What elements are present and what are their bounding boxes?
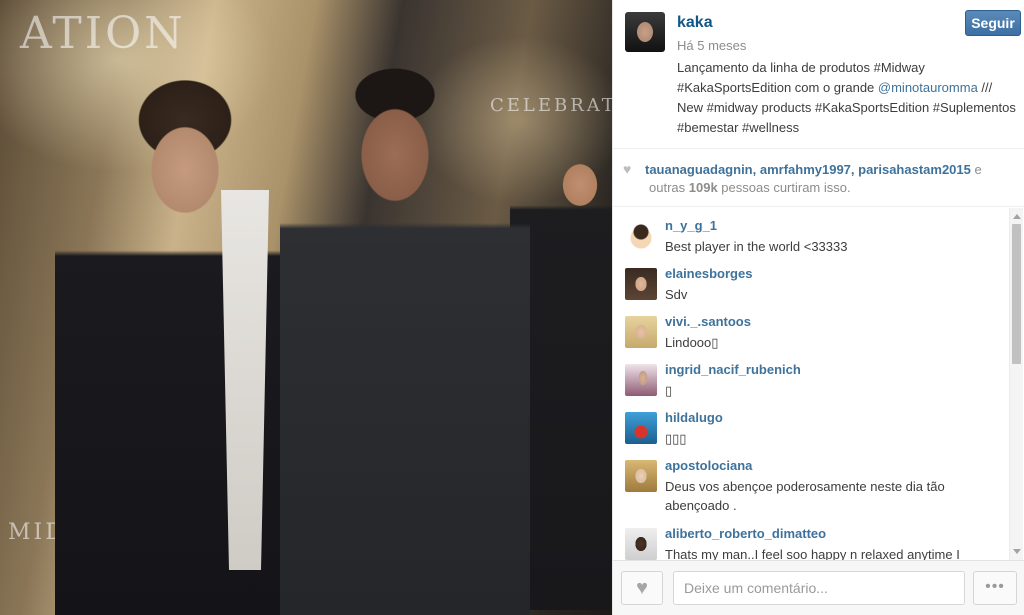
post-sidebar: kaka Há 5 meses Seguir Lançamento da lin… bbox=[612, 0, 1024, 615]
comment-avatar[interactable] bbox=[625, 528, 657, 560]
comment-username[interactable]: ingrid_nacif_rubenich bbox=[665, 362, 801, 377]
comment-text: Sdv bbox=[665, 287, 688, 302]
scrollbar-thumb[interactable] bbox=[1012, 224, 1021, 364]
comment-username[interactable]: aliberto_roberto_dimatteo bbox=[665, 526, 826, 541]
comment-text: Thats my man..I feel soo happy n relaxed… bbox=[665, 547, 960, 560]
likes-count[interactable]: 109k bbox=[689, 180, 718, 195]
more-options-icon: ••• bbox=[985, 578, 1005, 595]
comment-avatar[interactable] bbox=[625, 460, 657, 492]
scroll-up-arrow-icon[interactable] bbox=[1013, 214, 1021, 219]
comment-text: Best player in the world <33333 bbox=[665, 239, 848, 254]
comment-username[interactable]: apostolociana bbox=[665, 458, 752, 473]
comment-avatar[interactable] bbox=[625, 364, 657, 396]
likes-suffix: pessoas curtiram isso. bbox=[717, 180, 851, 195]
photo-person-right bbox=[280, 55, 530, 615]
heart-icon: ♥ bbox=[623, 161, 632, 177]
comments-scrollbar[interactable] bbox=[1009, 208, 1023, 560]
divider bbox=[613, 148, 1024, 149]
comment-avatar[interactable] bbox=[625, 268, 657, 300]
comments-list: n_y_g_1 Best player in the world <33333 … bbox=[613, 208, 1009, 560]
likers-names[interactable]: tauanaguadagnin, amrfahmy1997, parisahas… bbox=[645, 162, 971, 177]
comment-input[interactable] bbox=[673, 571, 965, 605]
comment-username[interactable]: hildalugo bbox=[665, 410, 723, 425]
scroll-down-arrow-icon[interactable] bbox=[1013, 549, 1021, 554]
backdrop-banner-text: ATION bbox=[20, 8, 186, 59]
comment-username[interactable]: n_y_g_1 bbox=[665, 218, 717, 233]
post-timestamp[interactable]: Há 5 meses bbox=[677, 38, 746, 53]
divider bbox=[613, 206, 1024, 207]
photo-person-left bbox=[55, 60, 315, 615]
post-photo: ATION CELEBRATION MIDWAY bbox=[0, 0, 612, 615]
caption-mention[interactable]: @minotauromma bbox=[878, 80, 978, 95]
comment-text: Deus vos abençoe poderosamente neste dia… bbox=[665, 479, 945, 513]
likes-conjunction: e bbox=[970, 162, 982, 177]
likes-prefix: outras bbox=[649, 180, 689, 195]
follow-button[interactable]: Seguir bbox=[965, 10, 1021, 36]
like-button[interactable]: ♥ bbox=[621, 571, 663, 605]
comment-username[interactable]: elainesborges bbox=[665, 266, 752, 281]
more-options-button[interactable]: ••• bbox=[973, 571, 1017, 605]
comment-username[interactable]: vivi._.santoos bbox=[665, 314, 751, 329]
post-footer: ♥ ••• bbox=[613, 560, 1024, 615]
comment-text: ▯ bbox=[665, 383, 673, 398]
post-header: kaka Há 5 meses Seguir Lançamento da lin… bbox=[625, 10, 1021, 142]
post-caption: Lançamento da linha de produtos #Midway … bbox=[677, 58, 1017, 138]
comment-avatar[interactable] bbox=[625, 316, 657, 348]
heart-icon: ♥ bbox=[636, 577, 648, 599]
comment-text: ▯▯▯ bbox=[665, 431, 687, 446]
comment-avatar[interactable] bbox=[625, 220, 657, 252]
avatar[interactable] bbox=[625, 12, 665, 52]
comment-text: Lindooo▯ bbox=[665, 335, 719, 350]
post-username[interactable]: kaka bbox=[677, 14, 713, 32]
likes-summary: ♥ tauanaguadagnin, amrfahmy1997, parisaha… bbox=[623, 160, 1015, 197]
comment-avatar[interactable] bbox=[625, 412, 657, 444]
